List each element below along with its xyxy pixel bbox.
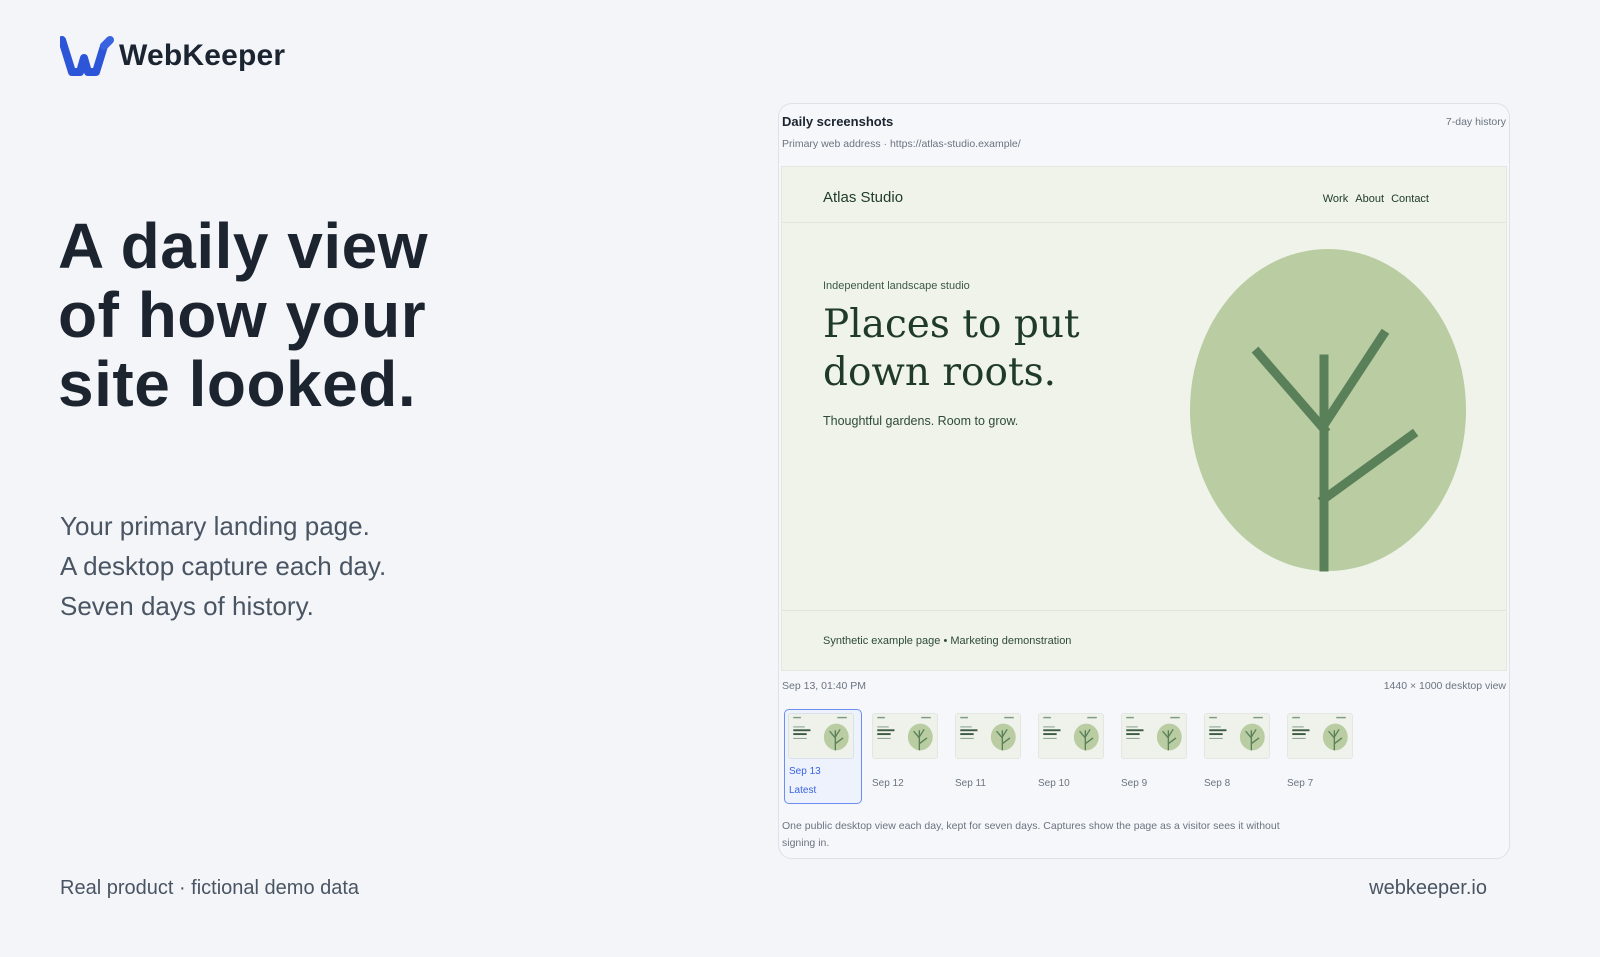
thumbnail-preview-icon xyxy=(789,714,853,758)
preview-footer: Synthetic example page • Marketing demon… xyxy=(823,635,1072,647)
preview-nav-about: About xyxy=(1355,193,1385,205)
tree-illustration-icon xyxy=(1190,249,1466,572)
logo: WebKeeper xyxy=(60,36,285,76)
thumbnail-image xyxy=(788,713,854,759)
thumbnail-preview-icon xyxy=(956,714,1020,758)
thumbnail-date: Sep 12 xyxy=(872,778,904,789)
thumbnail-image xyxy=(872,713,938,759)
latest-badge: Latest xyxy=(789,785,817,796)
subtext-line: Your primary landing page. xyxy=(60,511,370,541)
history-label: 7-day history xyxy=(1445,116,1506,128)
hero-headline: A daily view of how your site looked. xyxy=(58,212,678,419)
thumbnail-preview-icon xyxy=(1122,714,1186,758)
thumbnail-preview-icon xyxy=(1039,714,1103,758)
preview-heading-line: Places to put xyxy=(823,302,1080,347)
webkeeper-logo-icon xyxy=(60,36,114,76)
footer-link[interactable]: webkeeper.io xyxy=(1369,877,1487,900)
brand-name: WebKeeper xyxy=(119,39,286,72)
thumbnail-image xyxy=(955,713,1021,759)
capture-time: Sep 13, 01:40 PM xyxy=(782,680,867,692)
preview-nav-work: Work xyxy=(1322,193,1349,205)
thumbnail-preview-icon xyxy=(1288,714,1352,758)
preview-divider xyxy=(782,222,1506,223)
thumbnail-date: Sep 7 xyxy=(1287,778,1314,789)
headline-line: of how your xyxy=(58,279,427,351)
thumbnail-date: Sep 8 xyxy=(1204,778,1231,789)
preview-heading-line: down roots. xyxy=(823,350,1057,395)
headline-line: site looked. xyxy=(58,348,417,420)
preview-nav-contact: Contact xyxy=(1391,193,1429,205)
screenshots-panel: Daily screenshots 7-day history Primary … xyxy=(778,103,1510,859)
footer-disclaimer: Real product · fictional demo data xyxy=(60,877,360,899)
subtext-line: A desktop capture each day. xyxy=(60,551,387,581)
panel-note: One public desktop view each day, kept f… xyxy=(782,820,1280,849)
preview-tagline: Thoughtful gardens. Room to grow. xyxy=(823,414,1019,428)
thumbnail-date: Sep 13 xyxy=(789,766,821,777)
thumbnail-6[interactable]: Sep 7 xyxy=(1282,709,1360,804)
thumbnail-3[interactable]: Sep 10 xyxy=(1033,709,1111,804)
web-address: Primary web address · https://atlas-stud… xyxy=(782,138,1021,150)
thumbnail-0[interactable]: Sep 13 Latest xyxy=(784,709,862,804)
thumbnail-date: Sep 11 xyxy=(955,778,986,789)
preview-heading: Places to put down roots. xyxy=(823,301,1183,397)
preview-nav: Work About Contact xyxy=(1319,193,1429,205)
thumbnail-image xyxy=(1204,713,1270,759)
thumbnail-image xyxy=(1038,713,1104,759)
viewport-size: 1440 × 1000 desktop view xyxy=(1383,680,1506,692)
thumbnail-strip: Sep 13 Latest Sep 12 Sep 11 Sep 10 Sep 9 Sep 8… xyxy=(779,709,1509,804)
screenshot-preview[interactable]: Atlas Studio Work About Contact Independ… xyxy=(781,166,1507,671)
thumbnail-image xyxy=(1287,713,1353,759)
thumbnail-5[interactable]: Sep 8 xyxy=(1199,709,1277,804)
preview-brand: Atlas Studio xyxy=(823,189,904,206)
preview-eyebrow: Independent landscape studio xyxy=(823,280,970,292)
headline-line: A daily view xyxy=(58,210,428,282)
thumbnail-date: Sep 10 xyxy=(1038,778,1070,789)
thumbnail-date: Sep 9 xyxy=(1121,778,1148,789)
subtext-line: Seven days of history. xyxy=(60,591,314,621)
panel-title: Daily screenshots xyxy=(782,114,894,129)
thumbnail-2[interactable]: Sep 11 xyxy=(950,709,1028,804)
thumbnail-preview-icon xyxy=(873,714,937,758)
thumbnail-preview-icon xyxy=(1205,714,1269,758)
preview-divider xyxy=(782,610,1506,611)
thumbnail-4[interactable]: Sep 9 xyxy=(1116,709,1194,804)
hero-subtext: Your primary landing page. A desktop cap… xyxy=(60,506,660,626)
thumbnail-1[interactable]: Sep 12 xyxy=(867,709,945,804)
thumbnail-image xyxy=(1121,713,1187,759)
